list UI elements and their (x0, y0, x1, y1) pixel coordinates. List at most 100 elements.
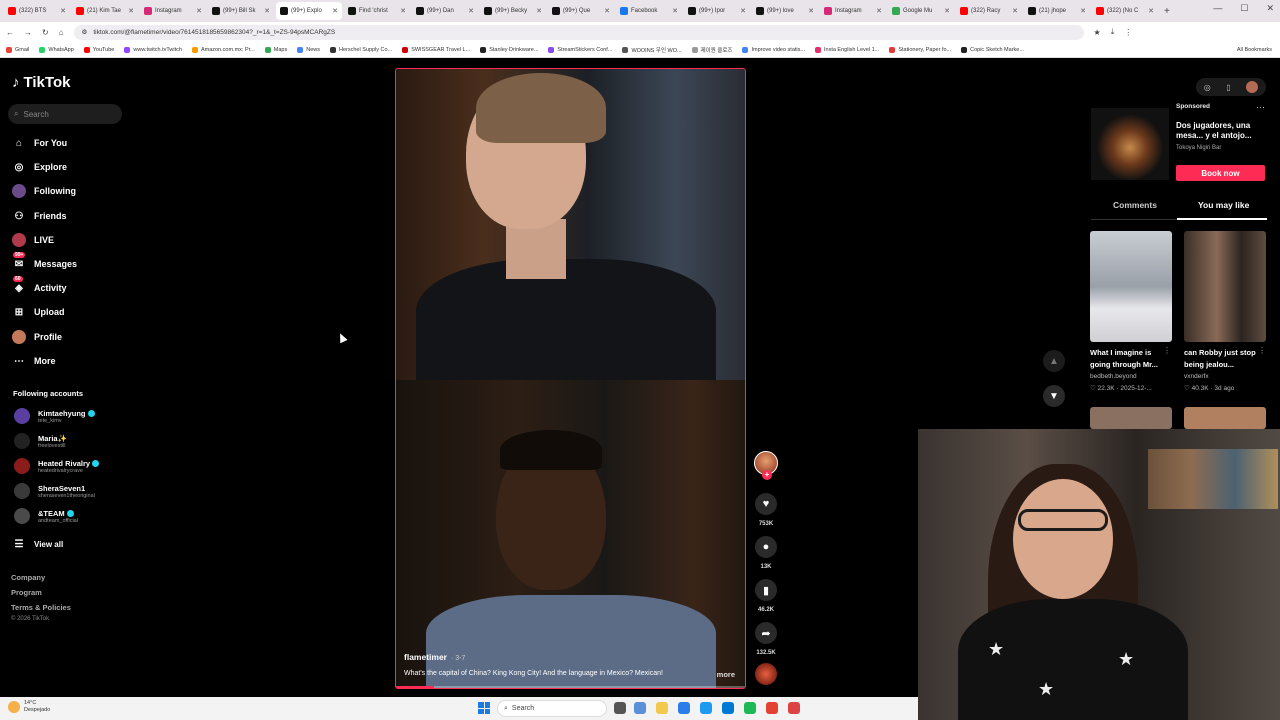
bookmark-item[interactable]: Improve video statis... (742, 46, 805, 53)
card-more-icon[interactable]: ⋮ (1258, 346, 1266, 355)
bookmark-item[interactable]: www.twitch.tvTwitch (124, 46, 182, 53)
tab-close-icon[interactable]: ✕ (264, 7, 270, 15)
extension-icon[interactable]: ★ (1094, 28, 1101, 37)
following-account[interactable]: Maria✨ freelovestill (14, 433, 67, 449)
sidebar-item-for-you[interactable]: ⌂ For You (12, 136, 67, 150)
maximize-icon[interactable]: ☐ (1240, 3, 1248, 14)
bookmark-item[interactable]: Insta English Level 1... (814, 46, 879, 53)
tab-close-icon[interactable]: ✕ (60, 7, 66, 15)
tab-comments[interactable]: Comments (1113, 200, 1157, 210)
card-user[interactable]: vxnderfx (1184, 373, 1209, 380)
browser-tab[interactable]: (99+) Dan ✕ (412, 2, 478, 20)
sidebar-item-explore[interactable]: ◎ Explore (12, 160, 67, 174)
browser-tab[interactable]: Find 'christ ✕ (344, 2, 410, 20)
tab-close-icon[interactable]: ✕ (808, 7, 814, 15)
sidebar-item-upload[interactable]: ⊞ Upload (12, 305, 65, 319)
browser-tab[interactable]: (99+) Explo ✕ (276, 2, 342, 20)
following-account[interactable]: SheraSeven1 sheraseven1theoriginal (14, 483, 95, 499)
tab-close-icon[interactable]: ✕ (876, 7, 882, 15)
ad-options-icon[interactable]: ⋯ (1256, 102, 1265, 113)
sidebar-item-profile[interactable]: Profile (12, 330, 62, 344)
close-window-icon[interactable]: ✕ (1266, 3, 1274, 14)
card-thumbnail[interactable] (1090, 231, 1172, 342)
new-tab-icon[interactable]: + (1164, 6, 1170, 17)
caption-more-button[interactable]: more (717, 670, 735, 679)
bookmark-item[interactable]: YouTube (83, 46, 114, 53)
bookmark-item[interactable]: 제이원 클로즈 (691, 46, 732, 54)
tab-close-icon[interactable]: ✕ (1012, 7, 1018, 15)
back-icon[interactable]: ← (6, 28, 14, 37)
start-button[interactable] (478, 702, 490, 714)
sidebar-item-following[interactable]: Following (12, 184, 76, 198)
menu-icon[interactable]: ⋮ (1124, 28, 1132, 37)
card-thumbnail[interactable] (1184, 231, 1266, 342)
sidebar-item-messages[interactable]: ✉ Messages (12, 257, 77, 271)
minimize-icon[interactable]: — (1213, 3, 1222, 14)
next-video-button[interactable]: ▼ (1043, 385, 1065, 407)
browser-tab[interactable]: (322) Racy ✕ (956, 2, 1022, 20)
save-button[interactable]: ▮ (755, 579, 777, 601)
bookmark-item[interactable]: SWISSGEAR Travel L... (402, 46, 470, 53)
bookmark-item[interactable]: Stanley Drinkware... (480, 46, 538, 53)
tab-close-icon[interactable]: ✕ (128, 7, 134, 15)
following-account[interactable]: Kimtaehyung tete_kimv (14, 408, 95, 424)
sidebar-item-activity[interactable]: ◈ Activity (12, 281, 66, 295)
app-icon[interactable] (788, 702, 800, 714)
download-icon[interactable]: ⤓ (1111, 27, 1115, 37)
tab-close-icon[interactable]: ✕ (944, 7, 950, 15)
browser-tab[interactable]: (21) jhope ✕ (1024, 2, 1090, 20)
bookmark-item[interactable]: WhatsApp (39, 46, 74, 53)
browser-tab[interactable]: Instagram ✕ (140, 2, 206, 20)
edge-icon[interactable] (678, 702, 690, 714)
bookmark-item[interactable]: News (297, 46, 320, 53)
ad-title[interactable]: Dos jugadores, una mesa... y el antojo..… (1176, 121, 1266, 141)
comment-button[interactable]: ● (755, 536, 777, 558)
following-account[interactable]: &TEAM andteam_official (14, 508, 78, 524)
reload-icon[interactable]: ↻ (42, 28, 49, 37)
zoom-icon[interactable] (722, 702, 734, 714)
bookmark-item[interactable]: Stationery, Paper fo... (889, 46, 951, 53)
share-button[interactable]: ➦ (755, 622, 777, 644)
browser-tab[interactable]: (21) Kim Tae ✕ (72, 2, 138, 20)
tab-close-icon[interactable]: ✕ (672, 7, 678, 15)
bookmark-item[interactable]: Amazon.com.mx: Pr... (191, 46, 255, 53)
site-info-icon[interactable]: ⚙ (82, 28, 88, 36)
taskbar-search[interactable]: ⌕ Search (497, 700, 607, 717)
card-thumbnail[interactable] (1184, 407, 1266, 429)
tab-close-icon[interactable]: ✕ (740, 7, 746, 15)
browser-tab[interactable]: (99+) love ✕ (752, 2, 818, 20)
footer-company[interactable]: Company (11, 573, 45, 582)
bookmark-item[interactable]: StreamStickers Conf... (548, 46, 612, 53)
ad-thumbnail[interactable] (1091, 108, 1169, 180)
sidebar-item-live[interactable]: LIVE (12, 233, 54, 247)
tab-close-icon[interactable]: ✕ (196, 7, 202, 15)
previous-video-button[interactable]: ▲ (1043, 350, 1065, 372)
home-button-icon[interactable]: ⌂ (59, 28, 64, 37)
coin-icon[interactable]: ◎ (1204, 83, 1211, 92)
sidebar-item-more[interactable]: ⋯ More (12, 354, 56, 368)
browser-tab[interactable]: (99+) Ipor ✕ (684, 2, 750, 20)
follow-plus-icon[interactable]: + (762, 470, 772, 480)
browser-tab[interactable]: Facebook ✕ (616, 2, 682, 20)
video-author[interactable]: flametimer · 3-7 (404, 652, 465, 662)
weather-widget[interactable]: 14°C Despejado (8, 700, 50, 713)
tab-close-icon[interactable]: ✕ (400, 7, 406, 15)
spotify-icon[interactable] (744, 702, 756, 714)
address-bar[interactable]: ⚙ tiktok.com/@flametimer/video/761451818… (73, 24, 1084, 40)
book-now-button[interactable]: Book now (1176, 165, 1265, 181)
footer-terms[interactable]: Terms & Policies (11, 603, 71, 612)
browser-tab[interactable]: (99+) Becky ✕ (480, 2, 546, 20)
bookmark-item[interactable]: Gmail (6, 46, 29, 53)
task-view-icon[interactable] (614, 702, 626, 714)
footer-program[interactable]: Program (11, 588, 42, 597)
bookmark-item[interactable]: WOOINS 우인 WO... (622, 46, 682, 54)
tab-close-icon[interactable]: ✕ (1080, 7, 1086, 15)
tab-close-icon[interactable]: ✕ (604, 7, 610, 15)
tab-close-icon[interactable]: ✕ (332, 7, 338, 15)
tab-close-icon[interactable]: ✕ (468, 7, 474, 15)
card-user[interactable]: bedbeth.beyond (1090, 373, 1137, 380)
tab-close-icon[interactable]: ✕ (536, 7, 542, 15)
bookmark-item[interactable]: Herschel Supply Co... (329, 46, 392, 53)
card-thumbnail[interactable] (1090, 407, 1172, 429)
browser-tab[interactable]: (322) BTS ✕ (4, 2, 70, 20)
